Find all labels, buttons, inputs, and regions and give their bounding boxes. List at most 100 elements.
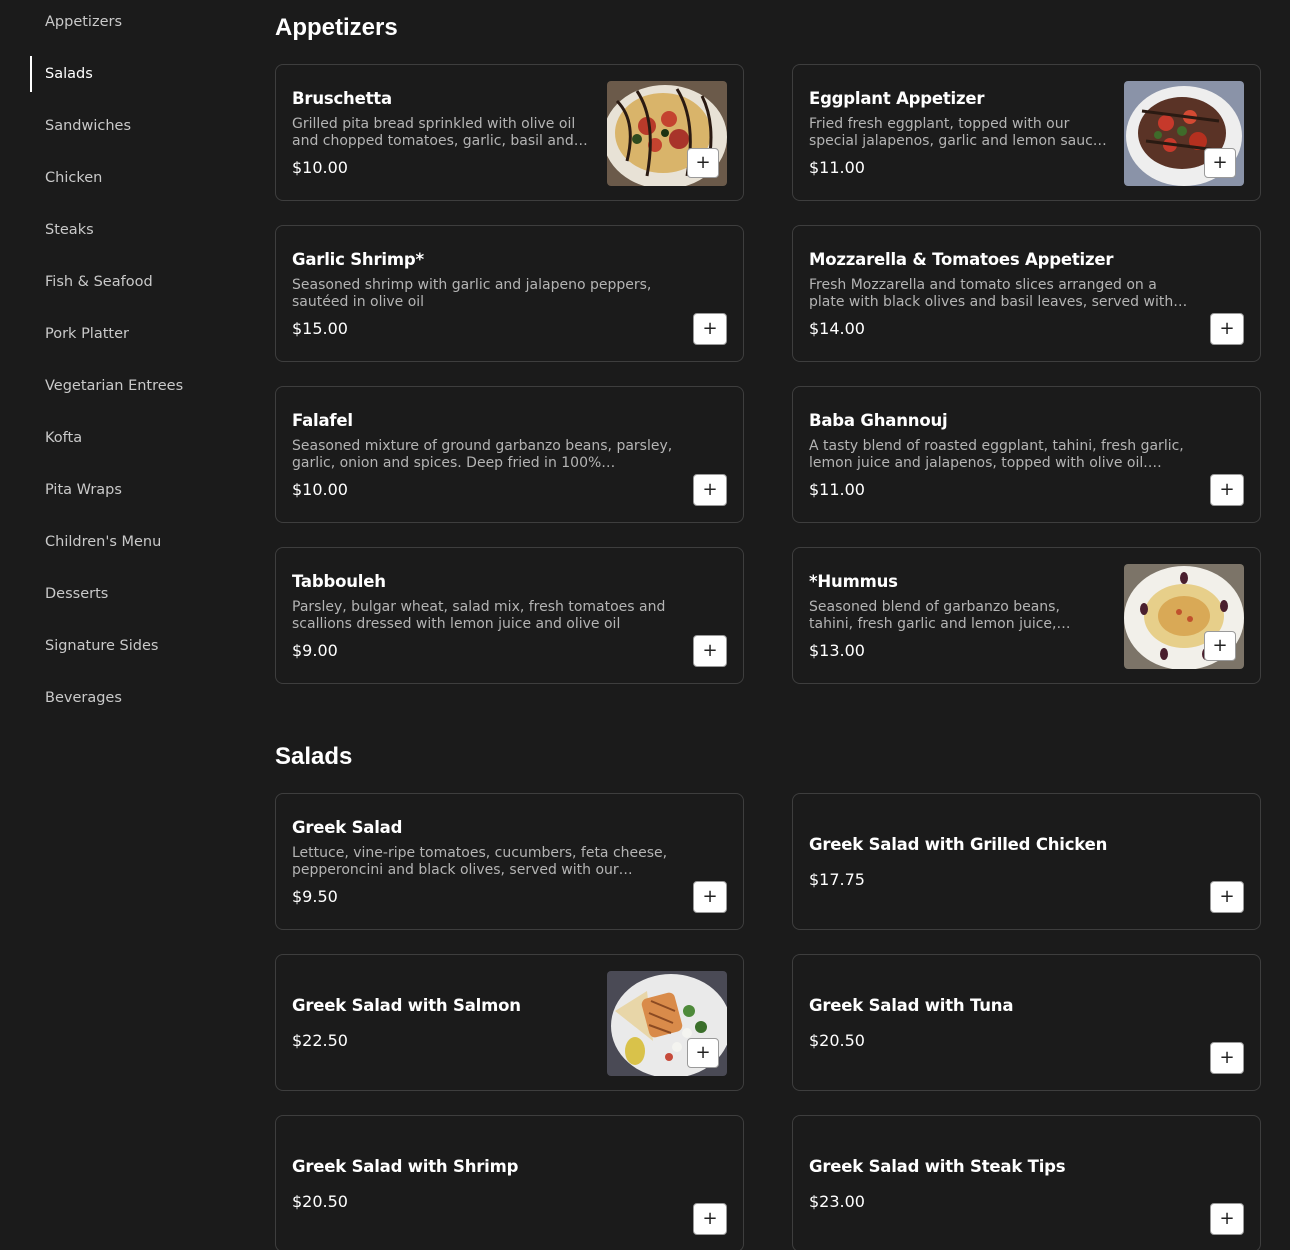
bruschetta-photo: +: [607, 81, 727, 186]
sidebar-item-signature-sides[interactable]: Signature Sides: [30, 628, 230, 664]
menu-item-card[interactable]: Greek Salad with Steak Tips $23.00 +: [792, 1115, 1261, 1250]
menu-item-text: Garlic Shrimp* Seasoned shrimp with garli…: [292, 226, 673, 361]
sidebar-item-chicken[interactable]: Chicken: [30, 160, 230, 196]
menu-item-name: Greek Salad with Shrimp: [292, 1156, 519, 1176]
menu-item-name: Baba Ghannouj: [809, 410, 948, 430]
menu-item-description: Fresh Mozzarella and tomato slices arran…: [809, 276, 1174, 310]
sidebar-item-salads[interactable]: Salads: [30, 56, 230, 92]
menu-item-price: $11.00: [809, 479, 865, 499]
sidebar-item-beverages[interactable]: Beverages: [30, 680, 230, 716]
menu-item-card[interactable]: Greek Salad with Grilled Chicken $17.75 +: [792, 793, 1261, 930]
menu-item-text: Greek Salad with Grilled Chicken $17.75: [809, 794, 1190, 929]
menu-item-card[interactable]: Eggplant Appetizer Fried fresh eggplant, …: [792, 64, 1261, 201]
sidebar-item-kofta[interactable]: Kofta: [30, 420, 230, 456]
menu-item-card[interactable]: Greek Salad with Tuna $20.50 +: [792, 954, 1261, 1091]
menu-item-price: $15.00: [292, 318, 348, 338]
add-to-cart-button[interactable]: +: [1210, 474, 1244, 506]
sidebar-item-sandwiches[interactable]: Sandwiches: [30, 108, 230, 144]
add-to-cart-button[interactable]: +: [693, 313, 727, 345]
menu-item-description: Fried fresh eggplant, topped with our sp…: [809, 115, 1102, 149]
add-to-cart-button[interactable]: +: [1204, 631, 1236, 661]
sidebar-item-appetizers[interactable]: Appetizers: [30, 4, 230, 40]
add-to-cart-button[interactable]: +: [1210, 1042, 1244, 1074]
menu-item-name: Greek Salad: [292, 817, 403, 837]
menu-item-name: Tabbouleh: [292, 571, 386, 591]
menu-item-price: $17.75: [809, 869, 865, 889]
section-title-salads: Salads: [275, 743, 353, 770]
sidebar-item-pork-platter[interactable]: Pork Platter: [30, 316, 230, 352]
menu-item-description: Seasoned blend of garbanzo beans, tahini…: [809, 598, 1060, 632]
sidebar-item-vegetarian-entrees[interactable]: Vegetarian Entrees: [30, 368, 230, 404]
menu-item-price: $10.00: [292, 157, 348, 177]
menu-item-text: Mozzarella & Tomatoes Appetizer Fresh Moz…: [809, 226, 1190, 361]
menu-item-name: Greek Salad with Tuna: [809, 995, 1014, 1015]
menu-item-text: Tabbouleh Parsley, bulgar wheat, salad mi…: [292, 548, 673, 683]
menu-item-card[interactable]: Tabbouleh Parsley, bulgar wheat, salad mi…: [275, 547, 744, 684]
menu-item-name: Bruschetta: [292, 88, 392, 108]
salmon-salad-photo: +: [607, 971, 727, 1076]
sidebar-item-fish-seafood[interactable]: Fish & Seafood: [30, 264, 230, 300]
section-title-appetizers: Appetizers: [275, 14, 398, 41]
menu-item-text: Greek Salad with Shrimp $20.50: [292, 1116, 673, 1250]
add-to-cart-button[interactable]: +: [1210, 881, 1244, 913]
menu-item-price: $14.00: [809, 318, 865, 338]
menu-item-card[interactable]: Garlic Shrimp* Seasoned shrimp with garli…: [275, 225, 744, 362]
add-to-cart-button[interactable]: +: [687, 148, 719, 178]
menu-item-text: Greek Salad Lettuce, vine-ripe tomatoes, …: [292, 794, 673, 929]
menu-item-description: Lettuce, vine-ripe tomatoes, cucumbers, …: [292, 844, 668, 878]
add-to-cart-button[interactable]: +: [687, 1038, 719, 1068]
menu-item-description: Seasoned shrimp with garlic and jalapeno…: [292, 276, 652, 310]
menu-item-name: Falafel: [292, 410, 353, 430]
menu-item-price: $20.50: [809, 1030, 865, 1050]
menu-item-description: A tasty blend of roasted eggplant, tahin…: [809, 437, 1184, 471]
add-to-cart-button[interactable]: +: [1204, 148, 1236, 178]
eggplant-photo: +: [1124, 81, 1244, 186]
add-to-cart-button[interactable]: +: [1210, 313, 1244, 345]
menu-item-name: Greek Salad with Grilled Chicken: [809, 834, 1108, 854]
menu-item-description: Grilled pita bread sprinkled with olive …: [292, 115, 576, 149]
menu-item-name: Garlic Shrimp*: [292, 249, 424, 269]
menu-item-price: $9.00: [292, 640, 338, 660]
menu-item-card[interactable]: Greek Salad with Salmon $22.50 +: [275, 954, 744, 1091]
menu-item-price: $13.00: [809, 640, 865, 660]
menu-item-card[interactable]: Greek Salad with Shrimp $20.50 +: [275, 1115, 744, 1250]
add-to-cart-button[interactable]: +: [693, 474, 727, 506]
menu-item-text: Falafel Seasoned mixture of ground garban…: [292, 387, 673, 522]
menu-item-text: Greek Salad with Salmon $22.50: [292, 955, 591, 1090]
sidebar-item-steaks[interactable]: Steaks: [30, 212, 230, 248]
menu-item-price: $11.00: [809, 157, 865, 177]
menu-item-name: Greek Salad with Salmon: [292, 995, 521, 1015]
menu-item-text: Baba Ghannouj A tasty blend of roasted eg…: [809, 387, 1190, 522]
menu-item-name: Eggplant Appetizer: [809, 88, 985, 108]
menu-item-price: $23.00: [809, 1191, 865, 1211]
category-sidebar: Appetizers Salads Sandwiches Chicken Steaks F…: [0, 0, 240, 1250]
menu-item-price: $20.50: [292, 1191, 348, 1211]
menu-item-description: Seasoned mixture of ground garbanzo bean…: [292, 437, 673, 471]
menu-item-price: $10.00: [292, 479, 348, 499]
menu-item-price: $9.50: [292, 886, 338, 906]
menu-item-name: *Hummus: [809, 571, 898, 591]
sidebar-item-desserts[interactable]: Desserts: [30, 576, 230, 612]
menu-item-text: Greek Salad with Tuna $20.50: [809, 955, 1190, 1090]
add-to-cart-button[interactable]: +: [1210, 1203, 1244, 1235]
menu-item-card[interactable]: Falafel Seasoned mixture of ground garban…: [275, 386, 744, 523]
add-to-cart-button[interactable]: +: [693, 881, 727, 913]
hummus-photo: +: [1124, 564, 1244, 669]
menu-item-card[interactable]: Mozzarella & Tomatoes Appetizer Fresh Moz…: [792, 225, 1261, 362]
sidebar-item-pita-wraps[interactable]: Pita Wraps: [30, 472, 230, 508]
menu-item-card[interactable]: Bruschetta Grilled pita bread sprinkled w…: [275, 64, 744, 201]
menu-item-text: Greek Salad with Steak Tips $23.00: [809, 1116, 1190, 1250]
add-to-cart-button[interactable]: +: [693, 1203, 727, 1235]
menu-item-text: Eggplant Appetizer Fried fresh eggplant, …: [809, 65, 1108, 200]
menu-item-text: Bruschetta Grilled pita bread sprinkled w…: [292, 65, 591, 200]
menu-item-card[interactable]: Baba Ghannouj A tasty blend of roasted eg…: [792, 386, 1261, 523]
add-to-cart-button[interactable]: +: [693, 635, 727, 667]
menu-item-card[interactable]: Greek Salad Lettuce, vine-ripe tomatoes, …: [275, 793, 744, 930]
menu-item-price: $22.50: [292, 1030, 348, 1050]
menu-item-text: *Hummus Seasoned blend of garbanzo beans,…: [809, 548, 1108, 683]
menu-item-name: Mozzarella & Tomatoes Appetizer: [809, 249, 1114, 269]
menu-item-name: Greek Salad with Steak Tips: [809, 1156, 1066, 1176]
sidebar-item-children-s-menu[interactable]: Children's Menu: [30, 524, 230, 560]
menu-item-description: Parsley, bulgar wheat, salad mix, fresh …: [292, 598, 666, 632]
menu-item-card[interactable]: *Hummus Seasoned blend of garbanzo beans,…: [792, 547, 1261, 684]
